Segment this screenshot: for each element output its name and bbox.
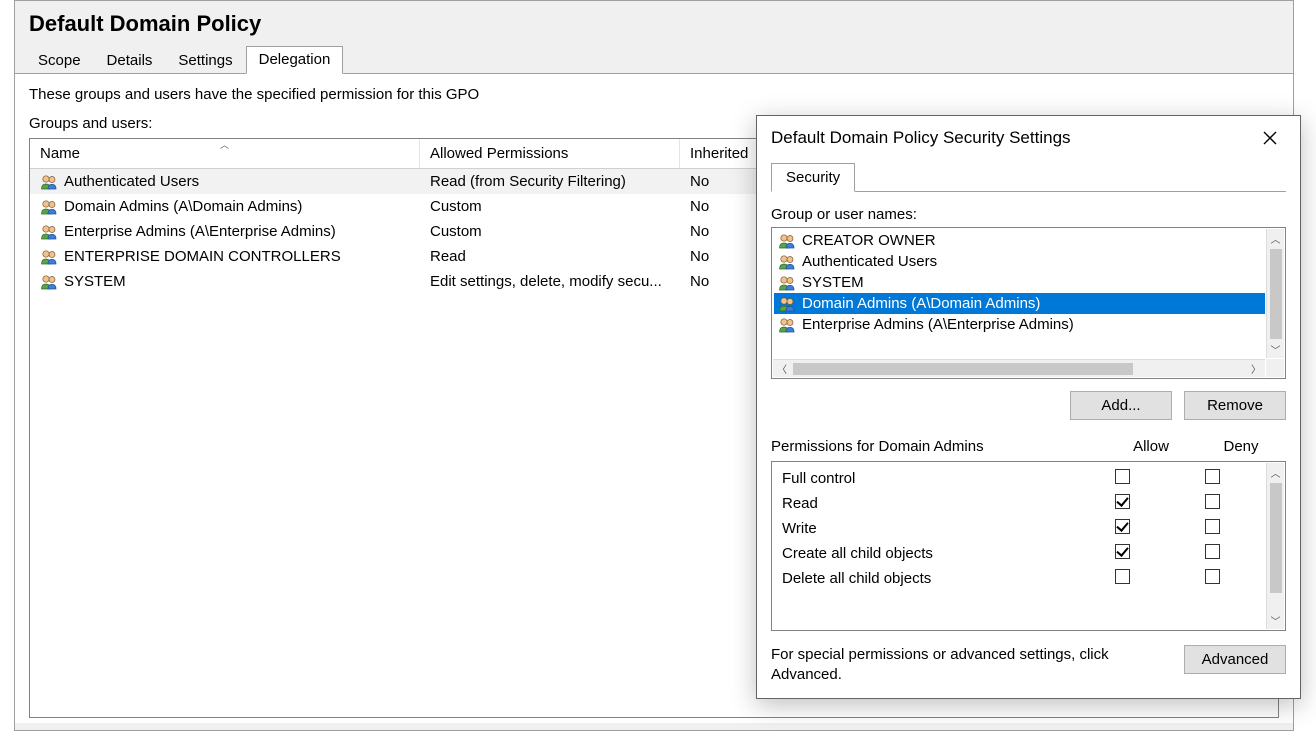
group-icon [40,199,58,215]
group-icon [778,254,796,270]
list-item[interactable]: SYSTEM [774,272,1265,293]
permission-name: Full control [782,470,1077,487]
close-button[interactable] [1252,124,1288,152]
col-name-label: Name [40,145,80,162]
col-permissions[interactable]: Allowed Permissions [420,139,680,168]
scroll-left-icon[interactable]: 〈 [773,360,791,377]
hscroll-thumb[interactable] [793,363,1133,375]
add-button[interactable]: Add... [1070,391,1172,420]
group-icon [40,274,58,290]
perm-scroll-up-icon[interactable]: ︿ [1267,463,1284,481]
scroll-down-icon[interactable]: ﹀ [1267,340,1284,358]
dialog-title: Default Domain Policy Security Settings [771,128,1071,148]
group-icon [40,224,58,240]
permission-row: Create all child objects [776,541,1263,566]
group-icon [778,317,796,333]
permissions-header: Permissions for Domain Admins Allow Deny [771,438,1286,455]
advanced-hint-text: For special permissions or advanced sett… [771,645,1170,684]
allow-checkbox[interactable] [1115,519,1130,534]
row-permission: Custom [420,196,680,217]
tab-delegation[interactable]: Delegation [246,46,344,74]
permission-row: Delete all child objects [776,566,1263,591]
tab-security[interactable]: Security [771,163,855,192]
allow-checkbox[interactable] [1115,494,1130,509]
tab-details[interactable]: Details [94,47,166,74]
allow-checkbox[interactable] [1115,469,1130,484]
deny-checkbox[interactable] [1205,469,1220,484]
list-item-label: Authenticated Users [802,253,937,270]
panel-title: Default Domain Policy [15,1,1293,43]
deny-checkbox[interactable] [1205,569,1220,584]
group-icon [778,296,796,312]
scroll-thumb[interactable] [1270,249,1282,339]
row-inherited: No [680,171,750,192]
security-settings-dialog: Default Domain Policy Security Settings … [756,115,1301,699]
group-icon [778,275,796,291]
list-item-label: SYSTEM [802,274,864,291]
permission-name: Create all child objects [782,545,1077,562]
permission-name: Delete all child objects [782,570,1077,587]
row-inherited: No [680,271,750,292]
allow-checkbox[interactable] [1115,569,1130,584]
delegation-description: These groups and users have the specifie… [29,86,1279,103]
deny-checkbox[interactable] [1205,519,1220,534]
permission-row: Read [776,491,1263,516]
deny-checkbox[interactable] [1205,494,1220,509]
remove-button[interactable]: Remove [1184,391,1286,420]
row-permission: Read (from Security Filtering) [420,171,680,192]
main-tabs: Scope Details Settings Delegation [15,45,1293,74]
permissions-vscrollbar[interactable]: ︿ ﹀ [1266,463,1284,629]
permission-row: Full control [776,466,1263,491]
dialog-tabs: Security [771,162,1286,192]
group-names-listbox[interactable]: CREATOR OWNER Authenticated Users SYSTEM Do… [771,227,1286,379]
perm-scroll-thumb[interactable] [1270,483,1282,593]
allow-col-label: Allow [1106,438,1196,455]
col-name[interactable]: Name ︿ [30,139,420,168]
scroll-up-icon[interactable]: ︿ [1267,229,1284,247]
row-inherited: No [680,196,750,217]
row-name: Authenticated Users [64,173,199,190]
list-item-label: Domain Admins (A\Domain Admins) [802,295,1040,312]
permission-name: Write [782,520,1077,537]
permission-name: Read [782,495,1077,512]
row-permission: Edit settings, delete, modify secu... [420,271,680,292]
perm-scroll-down-icon[interactable]: ﹀ [1267,611,1284,629]
allow-checkbox[interactable] [1115,544,1130,559]
advanced-button[interactable]: Advanced [1184,645,1286,674]
scroll-right-icon[interactable]: 〉 [1247,360,1265,377]
tab-settings[interactable]: Settings [165,47,245,74]
list-item[interactable]: Enterprise Admins (A\Enterprise Admins) [774,314,1265,335]
dialog-titlebar: Default Domain Policy Security Settings [757,116,1300,158]
row-name: Domain Admins (A\Domain Admins) [64,198,302,215]
row-inherited: No [680,246,750,267]
group-icon [40,249,58,265]
group-icon [40,174,58,190]
row-permission: Read [420,246,680,267]
list-item-label: Enterprise Admins (A\Enterprise Admins) [802,316,1074,333]
list-item[interactable]: Domain Admins (A\Domain Admins) [774,293,1265,314]
list-item[interactable]: CREATOR OWNER [774,230,1265,251]
permissions-listbox[interactable]: Full control Read Write Create all child ob… [771,461,1286,631]
row-name: ENTERPRISE DOMAIN CONTROLLERS [64,248,341,265]
row-name: Enterprise Admins (A\Enterprise Admins) [64,223,336,240]
sort-indicator-icon: ︿ [220,138,229,151]
deny-checkbox[interactable] [1205,544,1220,559]
row-name: SYSTEM [64,273,126,290]
scroll-corner [1266,359,1284,377]
list-item[interactable]: Authenticated Users [774,251,1265,272]
permissions-for-label: Permissions for Domain Admins [771,438,1106,455]
deny-col-label: Deny [1196,438,1286,455]
group-names-label: Group or user names: [771,206,1286,223]
list-item-label: CREATOR OWNER [802,232,936,249]
group-icon [778,233,796,249]
row-permission: Custom [420,221,680,242]
row-inherited: No [680,221,750,242]
listbox-vscrollbar[interactable]: ︿ ﹀ [1266,229,1284,358]
tab-scope[interactable]: Scope [25,47,94,74]
close-icon [1263,131,1277,145]
listbox-hscrollbar[interactable]: 〈 〉 [773,359,1265,377]
permission-row: Write [776,516,1263,541]
